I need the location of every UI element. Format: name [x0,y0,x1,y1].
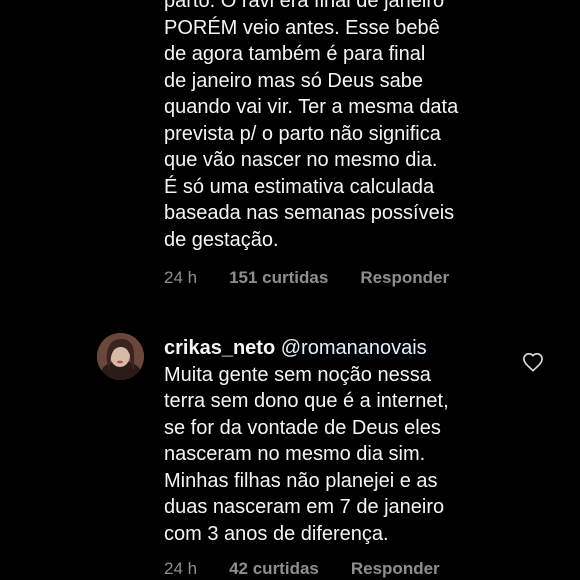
comment-2-body: Muita gente sem noção nessa terra sem do… [164,363,449,545]
comment-1-reply-button[interactable]: Responder [360,268,449,288]
comment-2-username[interactable]: crikas_neto [164,337,275,359]
comment-2-reply-button[interactable]: Responder [351,559,440,579]
comment-1-timestamp: 24 h [164,268,198,287]
avatar[interactable] [97,333,144,380]
heart-outline-icon[interactable] [522,352,544,372]
avatar-photo [97,333,144,380]
comment-2-meta: 24 h 42 curtidas Responder [164,559,440,579]
comment-2-timestamp: 24 h [164,559,198,578]
comment-1-likes-link[interactable]: 151 curtidas [229,268,328,288]
comment-2-text: crikas_neto @romananovais Muita gente se… [164,335,534,547]
comment-1-meta: 24 h 151 curtidas Responder [164,268,449,288]
comment-2-mention[interactable]: @romananovais [281,337,427,359]
comment-1-text: parto. O ravi era final de janeiro PORÉM… [164,0,459,251]
comment-2-likes-link[interactable]: 42 curtidas [229,559,319,579]
